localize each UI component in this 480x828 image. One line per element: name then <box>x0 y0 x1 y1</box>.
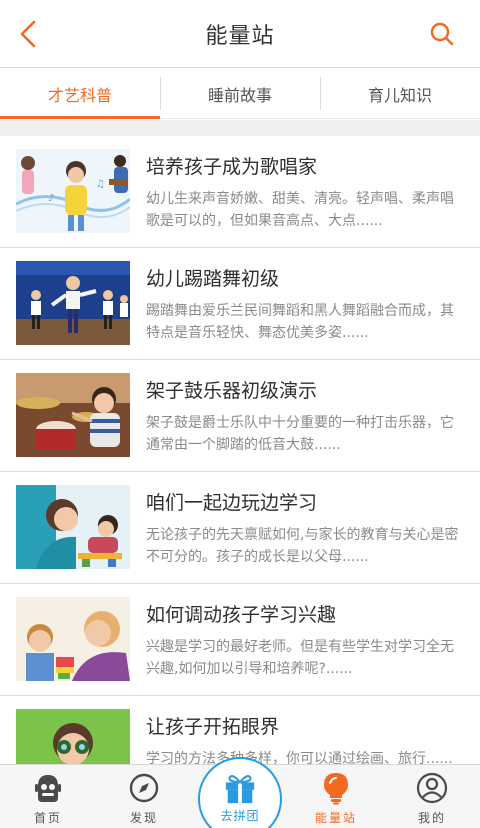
compass-icon <box>127 771 161 805</box>
article-title: 咱们一起边玩边学习 <box>146 492 318 514</box>
list-item[interactable]: 如何调动孩子学习兴趣 兴趣是学习的最好老师。但是有些学生对学习全无兴趣,如何加以… <box>0 584 480 696</box>
article-summary: 学习的方法多种多样，你可以通过绘画、旅行...... <box>146 751 453 764</box>
svg-text:♪: ♪ <box>48 193 54 204</box>
child-drum-kit-image <box>16 373 130 457</box>
article-summary: 架子鼓是爵士乐队中十分重要的一种打击乐器，它通常由一个脚踏的低音大鼓...... <box>146 415 454 453</box>
children-singing-image: ♪ ♫ <box>16 149 130 233</box>
category-tabs: 才艺科普 睡前故事 育儿知识 <box>0 69 480 119</box>
tab-talent-science[interactable]: 才艺科普 <box>0 69 160 119</box>
parent-child-learning-image <box>16 597 130 681</box>
search-icon <box>430 22 454 46</box>
article-summary: 踢踏舞由爱乐兰民间舞蹈和黑人舞蹈融合而成，其特点是音乐轻快、舞态优美多姿....… <box>146 303 454 341</box>
nav-label: 我的 <box>417 811 446 825</box>
article-summary: 兴趣是学习的最好老师。但是有些学生对学习全无兴趣,如何加以引导和培养呢?....… <box>146 639 454 677</box>
mother-child-play-image <box>16 485 130 569</box>
nav-profile[interactable]: 我的 <box>384 765 480 828</box>
article-list[interactable]: ♪ ♫ 培养孩子成为歌唱家 幼儿生来声音娇嫩、甜美、清亮。轻声唱、柔声唱歌是可以… <box>0 136 480 764</box>
child-binoculars-image <box>16 709 130 764</box>
article-title: 架子鼓乐器初级演示 <box>146 380 318 402</box>
user-icon <box>415 771 449 805</box>
nav-discover[interactable]: 发现 <box>96 765 192 828</box>
search-button[interactable] <box>426 18 458 50</box>
nav-label: 能量站 <box>314 811 357 825</box>
list-item[interactable]: 架子鼓乐器初级演示 架子鼓是爵士乐队中十分重要的一种打击乐器，它通常由一个脚踏的… <box>0 360 480 472</box>
nav-home[interactable]: 首页 <box>0 765 96 828</box>
page-title: 能量站 <box>205 24 275 49</box>
nav-energy-station[interactable]: 能量站 <box>288 765 384 828</box>
article-title: 如何调动孩子学习兴趣 <box>146 604 337 626</box>
svg-text:♫: ♫ <box>96 179 105 190</box>
article-title: 幼儿踢踏舞初级 <box>146 268 280 290</box>
article-title: 让孩子开拓眼界 <box>146 716 280 738</box>
nav-label: 发现 <box>129 811 158 825</box>
nav-label: 去拼团 <box>220 809 260 823</box>
tab-parenting-knowledge[interactable]: 育儿知识 <box>320 69 480 118</box>
tab-bedtime-stories[interactable]: 睡前故事 <box>160 69 320 118</box>
bottom-navigation: 首页 发现 能量站 我的 去拼团 <box>0 757 480 828</box>
lightbulb-icon <box>319 771 353 805</box>
list-item[interactable]: 幼儿踢踏舞初级 踢踏舞由爱乐兰民间舞蹈和黑人舞蹈融合而成，其特点是音乐轻快、舞态… <box>0 248 480 360</box>
list-item[interactable]: ♪ ♫ 培养孩子成为歌唱家 幼儿生来声音娇嫩、甜美、清亮。轻声唱、柔声唱歌是可以… <box>0 136 480 248</box>
app-header: 能量站 <box>0 0 480 68</box>
article-title: 培养孩子成为歌唱家 <box>146 156 318 178</box>
article-summary: 无论孩子的先天禀赋如何,与家长的教育与关心是密不可分的。孩子的成长是以父母...… <box>146 527 459 565</box>
gift-box-icon <box>223 771 257 805</box>
list-item[interactable]: 咱们一起边玩边学习 无论孩子的先天禀赋如何,与家长的教育与关心是密不可分的。孩子… <box>0 472 480 584</box>
article-summary: 幼儿生来声音娇嫩、甜美、清亮。轻声唱、柔声唱歌是可以的，但如果音高点、大点...… <box>146 191 454 229</box>
robot-home-icon <box>31 771 65 805</box>
children-tap-dance-image <box>16 261 130 345</box>
section-divider <box>0 120 480 136</box>
list-item[interactable]: 让孩子开拓眼界 学习的方法多种多样，你可以通过绘画、旅行...... <box>0 696 480 764</box>
nav-label: 首页 <box>33 811 62 825</box>
